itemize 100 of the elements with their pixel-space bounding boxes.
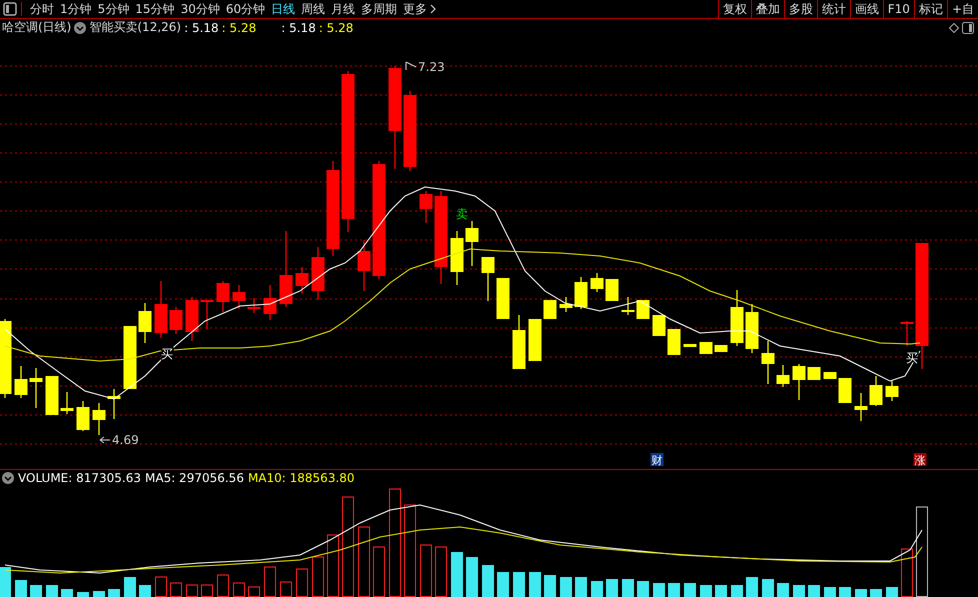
dropdown-circle-icon[interactable] [2, 472, 14, 484]
candlestick [76, 401, 90, 431]
volume-bar [170, 582, 182, 597]
candlestick [420, 191, 432, 223]
volume-bar [839, 587, 851, 597]
candlestick [730, 290, 744, 346]
volume-bar [248, 586, 260, 597]
period-tab[interactable]: 30分钟 [178, 0, 223, 18]
period-tab[interactable]: 1分钟 [57, 0, 95, 18]
candlestick [450, 231, 464, 285]
volume-bar [420, 544, 432, 597]
volume-bar [855, 589, 867, 597]
candlestick [652, 315, 666, 336]
volume-bar [762, 579, 774, 597]
toolbar-button[interactable]: F10 [882, 0, 914, 18]
volume-bar [155, 576, 167, 597]
toolbar-button[interactable]: 画线 [850, 0, 883, 18]
candlestick [30, 368, 42, 408]
volume-bar [591, 581, 603, 597]
volume-bar [77, 592, 89, 597]
candlestick [14, 366, 28, 398]
period-tab[interactable]: 分时 [27, 0, 57, 18]
volume-bar [793, 585, 805, 597]
candlestick [124, 326, 136, 389]
volume-bar [560, 577, 572, 597]
candlestick [296, 267, 308, 294]
toolbar-button[interactable]: 叠加 [750, 0, 784, 18]
volume-bar [435, 546, 447, 597]
candlestick [466, 221, 478, 266]
period-tab[interactable]: 月线 [328, 0, 358, 18]
volume-bar [870, 589, 882, 597]
indicator-name: 智能买卖(12,26) [89, 19, 182, 36]
volume-bar [233, 582, 245, 597]
period-tab[interactable]: 日线 [268, 0, 298, 18]
period-tab[interactable]: 60分钟 [222, 0, 268, 18]
volume-bar [777, 583, 789, 597]
candlestick [108, 389, 120, 419]
candlestick [574, 277, 588, 309]
event-badge[interactable]: 涨 [914, 453, 926, 467]
candlestick [714, 345, 728, 352]
volume-bar [217, 574, 229, 597]
volume-bar [139, 585, 151, 597]
volume-bar [358, 526, 370, 597]
volume-bar [653, 583, 665, 597]
toolbar-button[interactable]: +自 [946, 0, 978, 18]
candlestick [762, 341, 774, 384]
volume-bar [264, 566, 276, 597]
diamond-icon[interactable] [949, 22, 959, 32]
candlestick [606, 279, 618, 301]
volume-bar [186, 584, 198, 597]
volume-bar [731, 585, 743, 597]
toolbar-button[interactable]: 复权 [718, 0, 751, 18]
candlestick [312, 247, 324, 300]
volume-bar [606, 579, 618, 597]
volume-bar [201, 584, 213, 597]
event-badge[interactable]: 财 [650, 453, 664, 467]
volume-bar [327, 534, 339, 597]
toolbar-button[interactable]: 多股 [784, 0, 817, 18]
candlestick [808, 367, 820, 380]
candlestick [636, 300, 650, 319]
volume-bar [451, 552, 463, 597]
candlestick [668, 329, 680, 355]
volume-bar [46, 585, 58, 597]
candlestick [900, 321, 914, 346]
period-tab[interactable]: 多周期 [358, 0, 400, 18]
candlestick [792, 364, 806, 400]
panel-toggle-icon[interactable] [962, 22, 974, 34]
candlestick [154, 281, 168, 338]
volume-bar [61, 589, 73, 597]
period-tab[interactable]: 周线 [298, 0, 328, 18]
candlestick [622, 297, 634, 315]
volume-bar [684, 583, 696, 597]
indicator-value: : 5.18 [184, 20, 219, 34]
period-tab[interactable]: 5分钟 [94, 0, 132, 18]
volume-bar [529, 572, 541, 597]
volume-bar [715, 585, 727, 597]
volume-bar [108, 589, 120, 597]
volume-bar [466, 557, 478, 597]
volume-bar [497, 572, 509, 597]
volume-bar [746, 577, 758, 597]
volume-bar [544, 575, 556, 597]
volume-bar [482, 565, 494, 597]
candlestick [482, 257, 494, 301]
period-tab[interactable]: 15分钟 [132, 0, 178, 18]
volume-bar [0, 567, 11, 597]
candlestick [138, 303, 152, 343]
candlestick [838, 378, 852, 403]
indicator-value: : 5.28 [318, 20, 354, 34]
candlestick [216, 281, 230, 312]
indicator-value: : 5.18 [281, 20, 316, 34]
volume-indicator-value: MA5: 297056.56 [145, 470, 244, 484]
dropdown-circle-icon[interactable] [74, 22, 86, 34]
sidebar-toggle-icon[interactable] [3, 2, 22, 16]
toolbar-button[interactable]: 标记 [914, 0, 947, 18]
toolbar-button[interactable]: 统计 [816, 0, 850, 18]
candlestick [854, 393, 868, 421]
more-button[interactable]: 更多 [400, 0, 430, 18]
volume-bar [808, 585, 820, 597]
volume-bar [312, 556, 324, 597]
candlestick [776, 365, 790, 387]
